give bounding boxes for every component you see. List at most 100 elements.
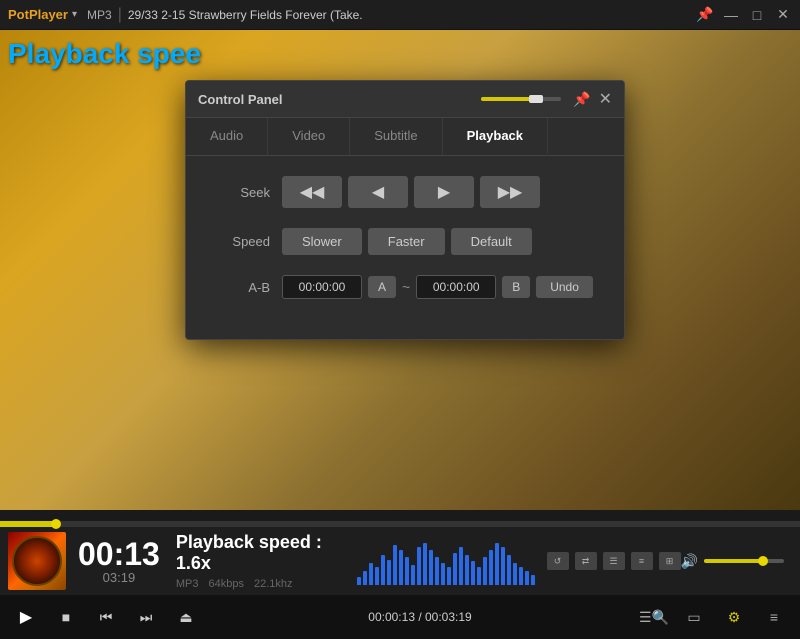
vis-bar (495, 543, 499, 585)
ab-row: A-B A ~ B Undo (210, 275, 600, 299)
vis-bar (357, 577, 361, 585)
volume-thumb (758, 556, 768, 566)
maximize-btn[interactable]: □ (748, 7, 766, 23)
playback-speed-display: Playback speed : 1.6x (176, 532, 357, 574)
time-display: 00:13 03:19 (78, 538, 160, 585)
repeat-btn[interactable]: ↺ (547, 552, 569, 570)
transport-bar: ▶ ■ ⏮ ⏭ ⏏ 00:00:13 / 00:03:19 ☰🔍 ▭ ⚙ ≡ (0, 595, 800, 639)
visualizer (357, 537, 535, 585)
vis-bar (447, 567, 451, 585)
panel-pin-btn[interactable]: 📌 (573, 91, 590, 108)
volume-fill (704, 559, 764, 563)
album-art-inner (12, 536, 62, 586)
format-meta: MP3 (176, 578, 199, 590)
vis-bar (423, 543, 427, 585)
vis-bar (411, 565, 415, 585)
panel-slider-fill (481, 97, 536, 101)
equalizer-btn[interactable]: ≡ (631, 552, 653, 570)
panel-slider-thumb (529, 95, 543, 103)
ab-start-time[interactable] (282, 275, 362, 299)
total-time: 03:19 (78, 570, 160, 585)
tab-subtitle[interactable]: Subtitle (350, 118, 442, 155)
panel-close-btn[interactable]: ✕ (599, 89, 612, 109)
minimize-btn[interactable]: — (722, 7, 740, 23)
speed-row: Speed Slower Faster Default (210, 228, 600, 255)
control-panel-title: Control Panel (198, 92, 481, 107)
next-btn[interactable]: ⏭ (128, 601, 164, 633)
eject-btn[interactable]: ⏏ (168, 601, 204, 633)
progress-thumb (51, 519, 61, 529)
settings-btn[interactable]: ⚙ (716, 601, 752, 633)
time-counter: 00:00:13 / 00:03:19 (216, 610, 624, 624)
panel-slider-track (481, 97, 561, 101)
ab-undo-btn[interactable]: Undo (536, 276, 593, 298)
vis-bar (387, 560, 391, 585)
track-info: Playback speed : 1.6x MP3 64kbps 22.1khz (176, 532, 357, 590)
tab-audio[interactable]: Audio (186, 118, 268, 155)
control-icons: ↺ ⇄ ☰ ≡ ⊞ (547, 552, 681, 570)
playlist-btn[interactable]: ☰ (603, 552, 625, 570)
tab-playback[interactable]: Playback (443, 118, 548, 155)
vis-bar (489, 550, 493, 585)
menu-btn[interactable]: ≡ (756, 601, 792, 633)
vis-bar (363, 571, 367, 585)
ab-tilde: ~ (402, 279, 410, 295)
default-speed-btn[interactable]: Default (451, 228, 532, 255)
control-panel: Control Panel 📌 ✕ Audio Video Subtitle P… (185, 80, 625, 340)
progress-fill (0, 521, 56, 527)
crop-btn[interactable]: ⊞ (659, 552, 681, 570)
playback-overlay-text: Playback spee (8, 38, 201, 70)
speed-label: Speed (210, 234, 270, 249)
vis-bar (453, 553, 457, 585)
vis-bar (471, 561, 475, 585)
seek-back-large-btn[interactable]: ◀◀ (282, 176, 342, 208)
panel-content: Seek ◀◀ ◀ ▶ ▶▶ Speed Slower Faster Defau… (186, 156, 624, 339)
title-format: MP3 (87, 8, 112, 22)
ab-marker-a-btn[interactable]: A (368, 276, 396, 298)
dropdown-icon[interactable]: ▾ (72, 9, 77, 20)
progress-bar[interactable] (0, 521, 800, 527)
seek-row: Seek ◀◀ ◀ ▶ ▶▶ (210, 176, 600, 208)
stop-btn[interactable]: ■ (48, 601, 84, 633)
title-controls: 📌 — □ ✕ (696, 6, 792, 23)
play-btn[interactable]: ▶ (8, 601, 44, 633)
title-track: 29/33 2-15 Strawberry Fields Forever (Ta… (128, 8, 696, 22)
ab-controls: A ~ B Undo (282, 275, 593, 299)
vis-bar (513, 563, 517, 585)
faster-btn[interactable]: Faster (368, 228, 445, 255)
ab-end-time[interactable] (416, 275, 496, 299)
playlist-view-btn[interactable]: ☰🔍 (636, 601, 672, 633)
title-bar: PotPlayer ▾ MP3 | 29/33 2-15 Strawberry … (0, 0, 800, 30)
vis-bar (519, 567, 523, 585)
ab-marker-b-btn[interactable]: B (502, 276, 530, 298)
shuffle-btn[interactable]: ⇄ (575, 552, 597, 570)
track-meta: MP3 64kbps 22.1khz (176, 578, 357, 590)
seek-forward-large-btn[interactable]: ▶▶ (480, 176, 540, 208)
vis-bar (393, 545, 397, 585)
bitrate-meta: 64kbps (208, 578, 243, 590)
vis-bar (417, 547, 421, 585)
volume-slider[interactable] (704, 559, 784, 563)
volume-icon: 🔊 (681, 553, 698, 570)
tab-video[interactable]: Video (268, 118, 350, 155)
window-close-btn[interactable]: ✕ (774, 6, 792, 23)
seek-label: Seek (210, 185, 270, 200)
vis-bar (483, 557, 487, 585)
vis-bar (477, 567, 481, 585)
vis-bar (381, 555, 385, 585)
slower-btn[interactable]: Slower (282, 228, 362, 255)
seek-forward-small-btn[interactable]: ▶ (414, 176, 474, 208)
pin-window-btn[interactable]: 📌 (696, 6, 714, 23)
title-separator: | (118, 6, 122, 24)
vis-bar (531, 575, 535, 585)
prev-btn[interactable]: ⏮ (88, 601, 124, 633)
seek-back-small-btn[interactable]: ◀ (348, 176, 408, 208)
control-panel-header: Control Panel 📌 ✕ (186, 81, 624, 118)
subtitle-view-btn[interactable]: ▭ (676, 601, 712, 633)
player-bar: 00:13 03:19 Playback speed : 1.6x MP3 64… (0, 521, 800, 639)
vis-bar (525, 571, 529, 585)
panel-brightness-slider[interactable] (481, 97, 561, 101)
vis-bar (435, 557, 439, 585)
samplerate-meta: 22.1khz (254, 578, 293, 590)
vis-bar (441, 563, 445, 585)
